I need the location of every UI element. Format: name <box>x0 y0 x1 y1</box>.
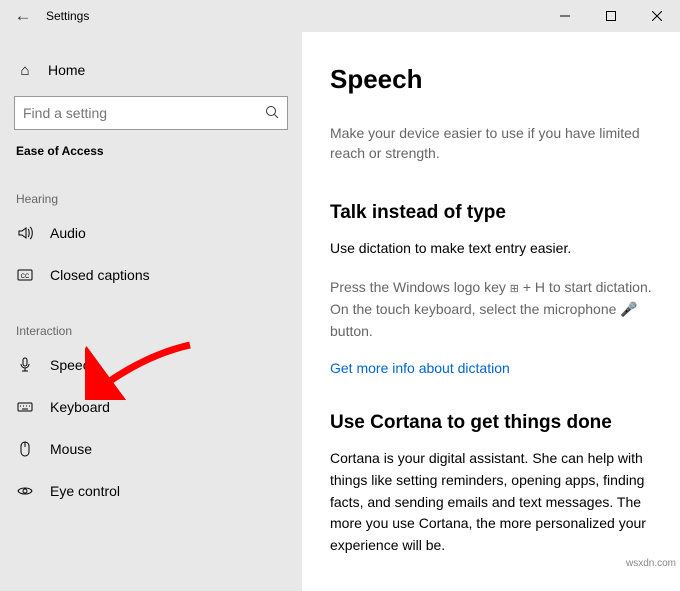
sidebar-item-label: Closed captions <box>50 267 150 283</box>
category-heading: Ease of Access <box>0 130 302 164</box>
sidebar-item-label: Audio <box>50 225 86 241</box>
talk-howto: Press the Windows logo key ⊞ + H to star… <box>330 277 658 342</box>
close-button[interactable] <box>634 0 680 32</box>
group-interaction: Interaction <box>0 296 302 344</box>
microphone-icon: 🎤 <box>620 301 637 317</box>
main-content: Speech Make your device easier to use if… <box>302 32 680 591</box>
sidebar-item-label: Mouse <box>50 441 92 457</box>
page-title: Speech <box>330 64 658 95</box>
search-icon <box>265 105 279 122</box>
microphone-icon <box>16 357 34 373</box>
maximize-button[interactable] <box>588 0 634 32</box>
keyboard-icon <box>16 399 34 415</box>
minimize-button[interactable] <box>542 0 588 32</box>
home-icon: ⌂ <box>16 62 34 79</box>
sidebar-item-mouse[interactable]: Mouse <box>0 428 302 470</box>
svg-text:CC: CC <box>21 274 30 280</box>
sidebar-item-label: Speech <box>50 357 97 373</box>
eye-icon <box>16 483 34 499</box>
mouse-icon <box>16 441 34 457</box>
sidebar-item-label: Keyboard <box>50 399 110 415</box>
dictation-info-link[interactable]: Get more info about dictation <box>330 360 510 376</box>
title-bar: ← Settings <box>0 0 680 32</box>
back-button[interactable]: ← <box>0 6 46 26</box>
windows-key-icon: ⊞ <box>510 281 519 298</box>
home-link[interactable]: ⌂ Home <box>0 50 302 90</box>
sidebar-item-audio[interactable]: Audio <box>0 212 302 254</box>
sidebar-item-keyboard[interactable]: Keyboard <box>0 386 302 428</box>
sidebar-item-label: Eye control <box>50 483 120 499</box>
cortana-body: Cortana is your digital assistant. She c… <box>330 448 658 556</box>
sidebar-item-closed-captions[interactable]: CC Closed captions <box>0 254 302 296</box>
talk-intro: Use dictation to make text entry easier. <box>330 238 658 260</box>
cortana-heading: Use Cortana to get things done <box>330 412 658 434</box>
window-title: Settings <box>46 9 542 23</box>
watermark: wsxdn.com <box>626 558 676 569</box>
home-label: Home <box>48 62 85 78</box>
search-input[interactable] <box>23 105 265 121</box>
group-hearing: Hearing <box>0 164 302 212</box>
sidebar-item-eye-control[interactable]: Eye control <box>0 470 302 512</box>
audio-icon <box>16 225 34 241</box>
window-controls <box>542 0 680 32</box>
closed-captions-icon: CC <box>16 267 34 283</box>
search-box[interactable] <box>14 96 288 130</box>
sidebar-item-speech[interactable]: Speech <box>0 344 302 386</box>
talk-heading: Talk instead of type <box>330 202 658 224</box>
page-lede: Make your device easier to use if you ha… <box>330 123 658 164</box>
sidebar: ⌂ Home Ease of Access Hearing Audio CC C… <box>0 32 302 591</box>
